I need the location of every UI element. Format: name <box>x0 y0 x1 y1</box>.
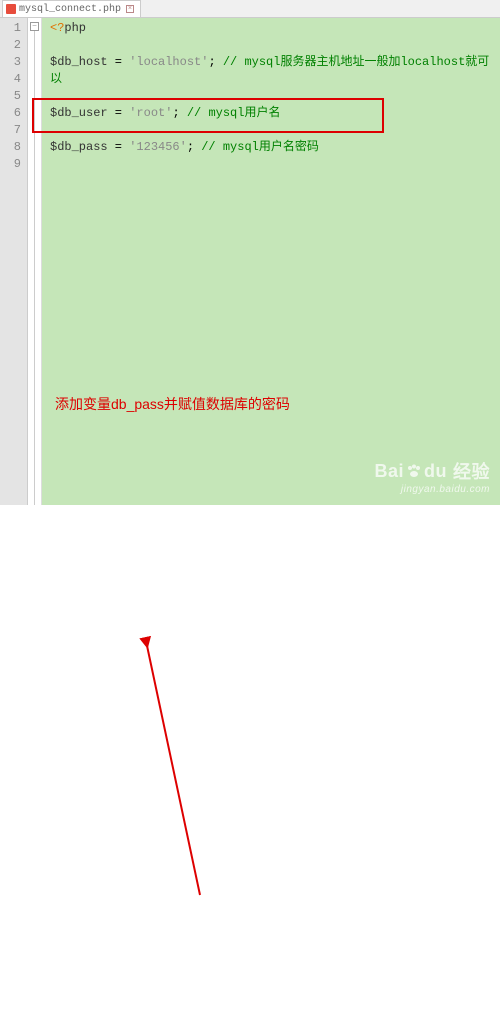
code-line: <?php <box>50 20 492 37</box>
tab-filename: mysql_connect.php <box>19 4 121 15</box>
code-line <box>50 173 492 190</box>
annotation-text: 添加变量db_pass并赋值数据库的密码 <box>55 394 290 414</box>
line-number: 7 <box>2 122 21 139</box>
line-number: 3 <box>2 54 21 71</box>
code-editor: 1 2 3 4 5 6 7 8 9 − <?php $db_host = 'lo… <box>0 18 500 505</box>
file-icon <box>6 4 16 14</box>
annotation-arrow <box>0 505 500 1010</box>
fold-column: − <box>28 18 42 505</box>
line-number: 1 <box>2 20 21 37</box>
code-area[interactable]: <?php $db_host = 'localhost'; // mysql服务… <box>42 18 500 505</box>
code-line: $db_user = 'root'; // mysql用户名 <box>50 105 492 122</box>
code-line <box>50 88 492 105</box>
file-tab[interactable]: mysql_connect.php × <box>2 0 141 17</box>
line-number: 2 <box>2 37 21 54</box>
line-number: 9 <box>2 156 21 173</box>
fold-toggle-icon[interactable]: − <box>30 22 39 31</box>
line-number: 8 <box>2 139 21 156</box>
code-line <box>50 156 492 173</box>
line-number: 5 <box>2 88 21 105</box>
fold-guide <box>34 31 35 505</box>
close-icon[interactable]: × <box>126 5 134 13</box>
code-line: $db_pass = '123456'; // mysql用户名密码 <box>50 139 492 156</box>
code-line <box>50 122 492 139</box>
line-number: 4 <box>2 71 21 88</box>
line-number-gutter: 1 2 3 4 5 6 7 8 9 <box>0 18 28 505</box>
code-line: $db_host = 'localhost'; // mysql服务器主机地址一… <box>50 54 492 88</box>
code-line <box>50 37 492 54</box>
line-number: 6 <box>2 105 21 122</box>
tab-bar: mysql_connect.php × <box>0 0 500 18</box>
